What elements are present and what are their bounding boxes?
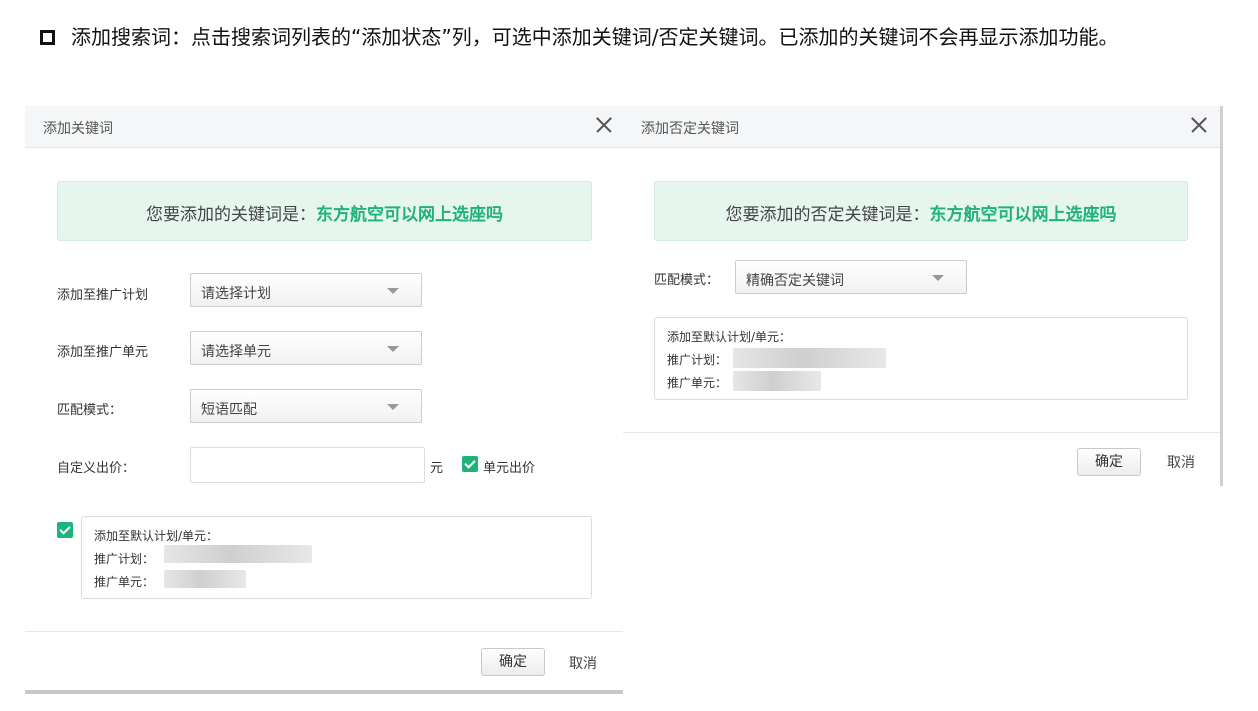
bid-input[interactable] bbox=[190, 447, 425, 483]
unit-bid-checkbox[interactable] bbox=[462, 456, 478, 472]
unit-select[interactable]: 请选择单元 bbox=[190, 331, 422, 365]
chevron-down-icon bbox=[932, 275, 944, 281]
match-select-value: 短语匹配 bbox=[201, 402, 257, 418]
redacted-unit-name bbox=[733, 371, 821, 391]
default-plan-checkbox[interactable] bbox=[57, 522, 73, 538]
cancel-button[interactable]: 取消 bbox=[569, 653, 597, 673]
match-label: 匹配模式： bbox=[57, 403, 123, 418]
redacted-unit-name bbox=[164, 570, 246, 588]
unit-label: 添加至推广单元 bbox=[57, 345, 149, 360]
match-select[interactable]: 短语匹配 bbox=[190, 389, 422, 423]
default-plan-label: 推广计划： bbox=[667, 353, 728, 367]
confirm-button[interactable]: 确定 bbox=[481, 648, 545, 676]
default-plan-box: 添加至默认计划/单元： 推广计划： 推广单元： bbox=[654, 317, 1188, 400]
default-plan-label: 推广计划： bbox=[94, 552, 155, 566]
match-select-value: 精确否定关键词 bbox=[746, 273, 844, 289]
plan-select-value: 请选择计划 bbox=[201, 286, 271, 302]
chevron-down-icon bbox=[387, 404, 399, 410]
plan-label: 添加至推广计划 bbox=[57, 288, 149, 303]
add-negative-keyword-dialog: 添加否定关键词 您要添加的否定关键词是：东方航空可以网上选座吗 匹配模式： 精确… bbox=[623, 106, 1223, 486]
close-icon[interactable] bbox=[1188, 114, 1210, 136]
chevron-down-icon bbox=[387, 288, 399, 294]
default-title: 添加至默认计划/单元： bbox=[94, 529, 219, 543]
bullet-square-icon bbox=[40, 30, 55, 45]
banner-prefix: 您要添加的关键词是： bbox=[146, 205, 316, 225]
default-plan-box: 添加至默认计划/单元： 推广计划： 推广单元： bbox=[81, 516, 592, 599]
unit-bid-label: 单元出价 bbox=[483, 461, 536, 476]
cancel-button[interactable]: 取消 bbox=[1167, 452, 1195, 472]
dialog-header: 添加关键词 bbox=[25, 106, 623, 148]
bid-unit: 元 bbox=[430, 461, 444, 476]
default-title: 添加至默认计划/单元： bbox=[667, 330, 792, 344]
match-select[interactable]: 精确否定关键词 bbox=[735, 260, 967, 294]
instruction-note: 添加搜索词：点击搜索词列表的“添加状态”列，可选中添加关键词/否定关键词。已添加… bbox=[40, 26, 1220, 48]
close-icon[interactable] bbox=[593, 114, 615, 136]
default-unit-label: 推广单元： bbox=[667, 376, 728, 390]
banner-prefix: 您要添加的否定关键词是： bbox=[725, 205, 930, 225]
plan-select[interactable]: 请选择计划 bbox=[190, 273, 422, 307]
banner-keyword: 东方航空可以网上选座吗 bbox=[929, 205, 1117, 225]
dialog-title: 添加否定关键词 bbox=[641, 121, 739, 137]
dialog-header: 添加否定关键词 bbox=[623, 106, 1220, 148]
confirm-button[interactable]: 确定 bbox=[1077, 448, 1141, 476]
chevron-down-icon bbox=[387, 346, 399, 352]
bid-label: 自定义出价： bbox=[57, 461, 136, 476]
banner-keyword: 东方航空可以网上选座吗 bbox=[316, 205, 503, 225]
default-unit-label: 推广单元： bbox=[94, 575, 155, 589]
add-keyword-dialog: 添加关键词 您要添加的关键词是：东方航空可以网上选座吗 添加至推广计划 请选择计… bbox=[25, 106, 623, 694]
negative-keyword-banner: 您要添加的否定关键词是：东方航空可以网上选座吗 bbox=[654, 181, 1188, 241]
redacted-plan-name bbox=[164, 545, 312, 563]
dialog-title: 添加关键词 bbox=[43, 121, 113, 137]
dialog-footer: 确定 取消 bbox=[25, 631, 623, 690]
keyword-banner: 您要添加的关键词是：东方航空可以网上选座吗 bbox=[57, 181, 592, 241]
unit-select-value: 请选择单元 bbox=[201, 344, 271, 360]
dialog-footer: 确定 取消 bbox=[623, 432, 1220, 486]
match-label: 匹配模式： bbox=[654, 273, 720, 288]
instruction-text: 添加搜索词：点击搜索词列表的“添加状态”列，可选中添加关键词/否定关键词。已添加… bbox=[71, 25, 1119, 49]
redacted-plan-name bbox=[733, 348, 886, 368]
